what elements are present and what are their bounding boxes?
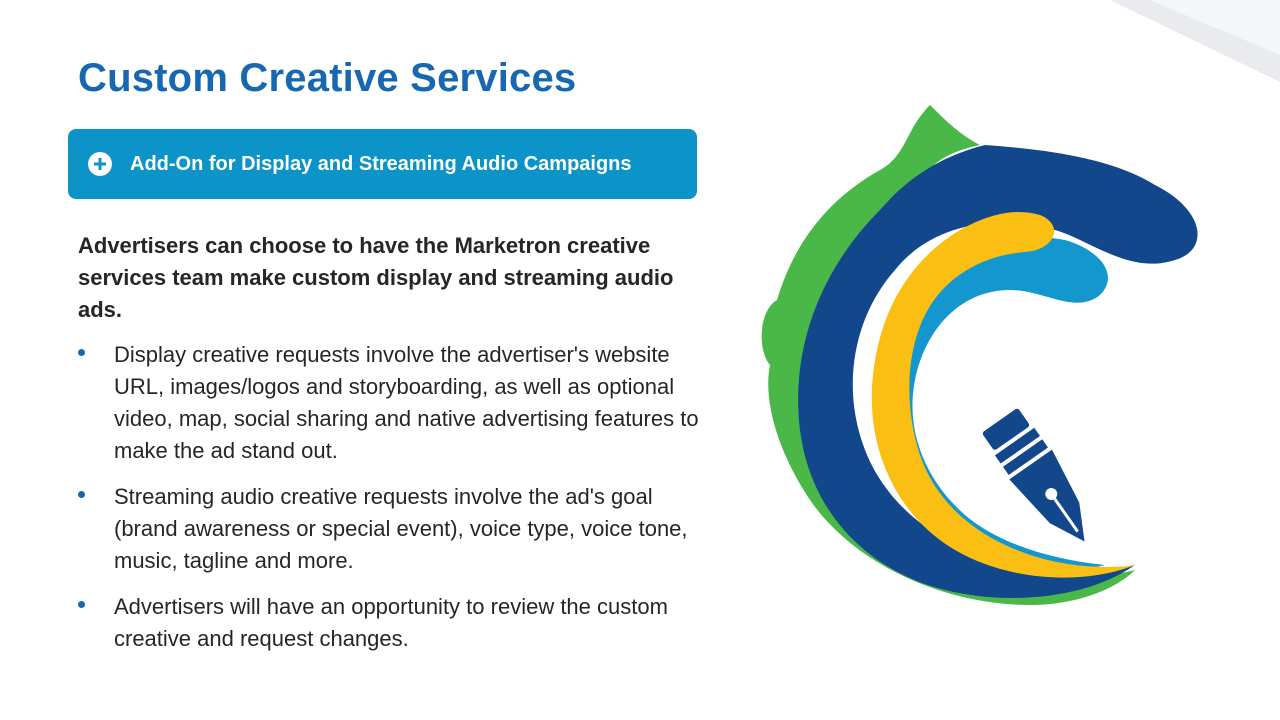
bullet-dot: [78, 349, 85, 356]
plus-circle-icon: [88, 152, 112, 176]
list-item: Display creative requests involve the ad…: [78, 339, 718, 467]
bullet-text: Streaming audio creative requests involv…: [114, 484, 688, 573]
banner-label: Add-On for Display and Streaming Audio C…: [130, 152, 632, 175]
lead-paragraph: Advertisers can choose to have the Marke…: [78, 233, 674, 322]
add-on-banner: Add-On for Display and Streaming Audio C…: [68, 129, 697, 199]
page-title: Custom Creative Services: [78, 56, 577, 100]
bullet-text: Advertisers will have an opportunity to …: [114, 594, 668, 651]
creative-pen-logo: [761, 105, 1198, 605]
corner-accent: [1110, 0, 1280, 82]
bullet-text: Display creative requests involve the ad…: [114, 342, 699, 463]
bullet-dot: [78, 601, 85, 608]
list-item: Advertisers will have an opportunity to …: [78, 591, 718, 655]
list-item: Streaming audio creative requests involv…: [78, 481, 718, 577]
bullet-dot: [78, 491, 85, 498]
bullet-list: Display creative requests involve the ad…: [78, 339, 718, 669]
